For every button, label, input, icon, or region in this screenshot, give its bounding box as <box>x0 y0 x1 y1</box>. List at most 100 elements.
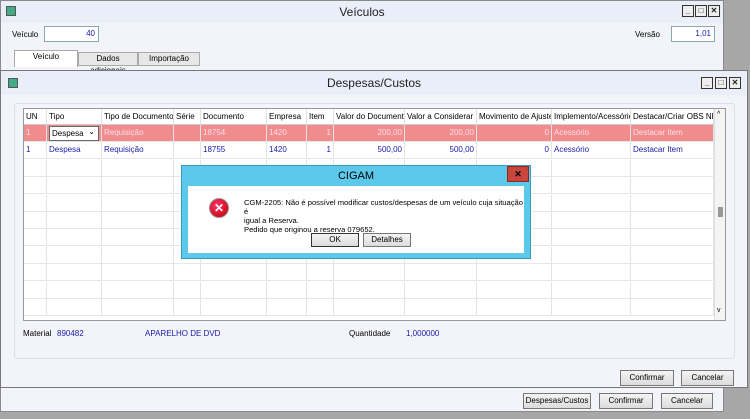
empty-row[interactable] <box>24 264 714 282</box>
table-cell <box>631 194 714 211</box>
table-cell: 18754 <box>201 125 267 141</box>
table-cell <box>24 159 47 176</box>
column-header[interactable]: Tipo <box>47 109 102 124</box>
tipo-select-box[interactable]: Despesa ⌄ <box>49 126 99 141</box>
table-cell: Destacar Item <box>631 142 714 159</box>
table-cell <box>102 264 174 281</box>
column-header[interactable]: Série <box>174 109 201 124</box>
table-cell <box>405 264 477 281</box>
window-icon <box>6 6 16 16</box>
dialog-message: CGM-2205: Não é possível modificar custo… <box>244 198 524 234</box>
table-cell <box>267 281 307 298</box>
table-cell: Acessório <box>552 125 631 141</box>
table-cell: Destacar Item <box>631 125 714 141</box>
quantidade-label: Quantidade <box>349 329 391 338</box>
table-cell <box>24 177 47 194</box>
table-cell <box>552 159 631 176</box>
close-icon[interactable]: ✕ <box>729 77 741 89</box>
table-cell <box>405 281 477 298</box>
table-cell: 500,00 <box>405 142 477 159</box>
table-cell <box>102 299 174 315</box>
despesas-titlebar: Despesas/Custos _ □ ✕ <box>1 71 747 95</box>
column-header[interactable]: Destacar/Criar OBS NF <box>631 109 714 124</box>
chevron-down-icon: ⌄ <box>88 127 95 136</box>
table-cell <box>307 299 334 315</box>
cancelar-button[interactable]: Cancelar <box>681 370 734 386</box>
column-header[interactable]: Tipo de Documento <box>102 109 174 124</box>
table-cell <box>47 229 102 246</box>
table-row[interactable]: 1 Despesa Requisição 18755 1420 1 500,00 500,00… <box>24 142 714 160</box>
table-cell <box>47 281 102 298</box>
table-cell: Requisição <box>102 125 174 141</box>
table-cell <box>47 212 102 228</box>
table-cell: 1 <box>24 142 47 159</box>
table-cell <box>631 246 714 263</box>
table-cell <box>174 125 201 141</box>
veiculo-input[interactable]: 40 <box>44 26 99 42</box>
confirmar-button[interactable]: Confirmar <box>620 370 674 386</box>
maximize-icon[interactable]: □ <box>715 77 727 89</box>
table-cell <box>24 229 47 246</box>
dialog-close-button[interactable]: ✕ <box>507 166 529 182</box>
table-cell: 1 <box>24 125 47 141</box>
table-cell <box>631 212 714 228</box>
table-row[interactable]: 1 Despesa ⌄ Requisição 18754 1420 1 200,00 200,0… <box>24 125 714 142</box>
table-cell: 200,00 <box>334 125 405 141</box>
table-cell <box>552 212 631 228</box>
quantidade-value: 1,000000 <box>406 329 440 338</box>
table-cell <box>102 159 174 176</box>
column-header[interactable]: Valor a Considerar <box>405 109 477 124</box>
tab-veiculo[interactable]: Veículo <box>14 50 78 67</box>
table-cell: 1 <box>307 125 334 141</box>
table-cell <box>47 177 102 194</box>
maximize-icon[interactable]: □ <box>695 5 707 17</box>
tab-dados-adicionais[interactable]: Dados adicionais <box>78 52 138 75</box>
table-cell <box>477 281 552 298</box>
outer-confirmar-button[interactable]: Confirmar <box>599 393 653 409</box>
table-cell <box>552 281 631 298</box>
table-cell: 18755 <box>201 142 267 159</box>
table-cell <box>201 281 267 298</box>
table-cell: 1420 <box>267 125 307 141</box>
column-header[interactable]: Movimento de Ajuste <box>477 109 552 124</box>
table-cell: 1 <box>307 142 334 159</box>
table-cell <box>334 264 405 281</box>
table-cell <box>47 299 102 315</box>
table-cell <box>47 194 102 211</box>
column-header[interactable]: Valor do Documento <box>334 109 405 124</box>
table-cell <box>102 246 174 263</box>
scroll-down-icon[interactable]: v <box>717 307 721 314</box>
ok-button[interactable]: OK <box>311 233 359 247</box>
table-cell <box>24 281 47 298</box>
versao-input[interactable]: 1,01 <box>671 26 715 42</box>
minimize-icon[interactable]: _ <box>701 77 713 89</box>
column-header[interactable]: UN <box>24 109 47 124</box>
grid-scrollbar[interactable]: ^ v <box>714 109 725 320</box>
close-icon[interactable]: ✕ <box>708 5 720 17</box>
table-cell <box>631 299 714 315</box>
tipo-select[interactable]: Despesa ⌄ <box>47 125 102 141</box>
outer-cancelar-button[interactable]: Cancelar <box>661 393 713 409</box>
empty-row[interactable] <box>24 281 714 299</box>
table-cell <box>174 281 201 298</box>
empty-row[interactable] <box>24 299 714 316</box>
scroll-thumb[interactable] <box>718 207 723 217</box>
grid-header: UN Tipo Tipo de Documento Série Documento Emp… <box>24 109 714 125</box>
table-cell <box>201 299 267 315</box>
scroll-up-icon[interactable]: ^ <box>717 111 720 118</box>
column-header[interactable]: Item <box>307 109 334 124</box>
minimize-icon[interactable]: _ <box>682 5 694 17</box>
despesas-custos-button[interactable]: Despesas/Custos <box>523 393 591 409</box>
column-header[interactable]: Documento <box>201 109 267 124</box>
material-description: APARELHO DE DVD <box>145 329 221 338</box>
detalhes-button[interactable]: Detalhes <box>363 233 411 247</box>
table-cell <box>102 281 174 298</box>
window-title: Veículos <box>339 5 385 19</box>
table-cell <box>307 264 334 281</box>
column-header[interactable]: Implemento/Acessório <box>552 109 631 124</box>
tab-importacao[interactable]: Importação <box>138 52 200 66</box>
column-header[interactable]: Empresa <box>267 109 307 124</box>
tipo-select-value: Despesa <box>52 129 84 138</box>
table-cell <box>477 264 552 281</box>
table-cell <box>201 264 267 281</box>
